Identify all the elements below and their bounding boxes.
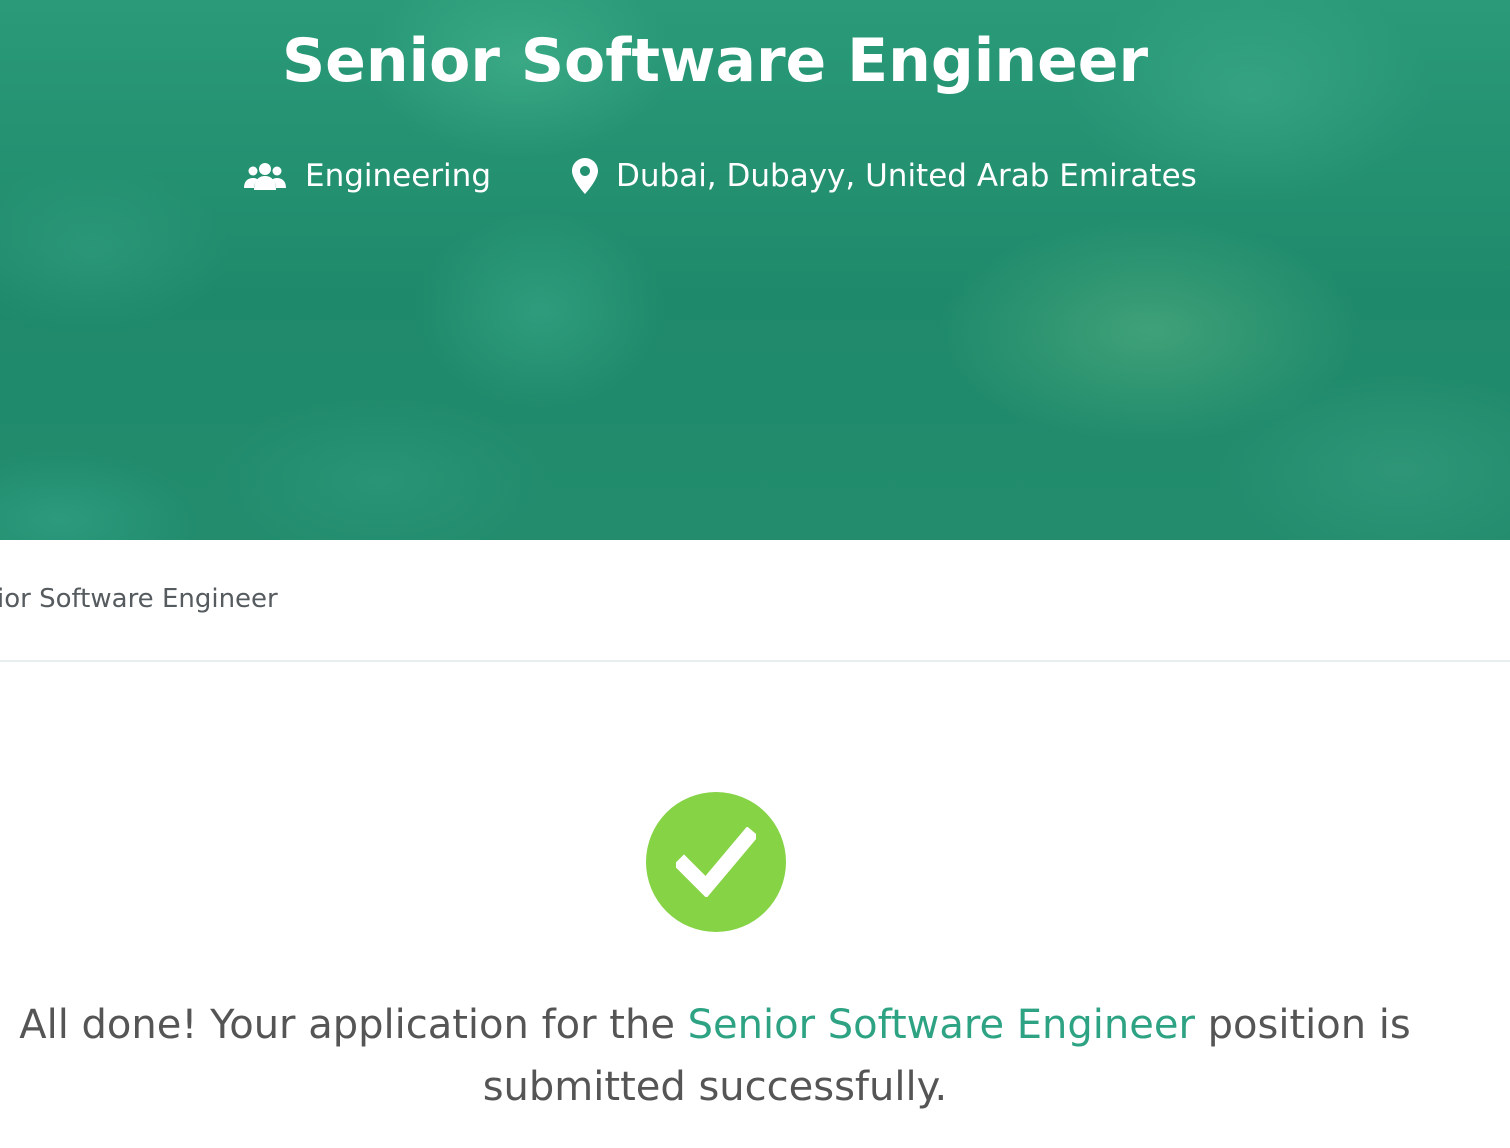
job-title-link[interactable]: Senior Software Engineer bbox=[688, 1002, 1195, 1048]
message-text-before: All done! Your application for the bbox=[19, 1002, 688, 1048]
location-label: Dubai, Dubayy, United Arab Emirates bbox=[616, 158, 1197, 194]
checkmark-circle-icon bbox=[646, 792, 786, 932]
job-location: Dubai, Dubayy, United Arab Emirates bbox=[570, 156, 1197, 196]
job-header-banner: Senior Software Engineer Engineering Dub bbox=[0, 0, 1510, 540]
department-label: Engineering bbox=[305, 158, 491, 194]
job-department: Engineering bbox=[244, 156, 491, 196]
users-icon bbox=[244, 156, 286, 196]
breadcrumb-current[interactable]: Senior Software Engineer bbox=[0, 584, 278, 614]
job-title: Senior Software Engineer bbox=[281, 26, 1149, 96]
success-message: All done! Your application for the Senio… bbox=[10, 994, 1420, 1118]
map-pin-icon bbox=[570, 156, 600, 196]
breadcrumb: Senior Software Engineer bbox=[0, 540, 1510, 662]
